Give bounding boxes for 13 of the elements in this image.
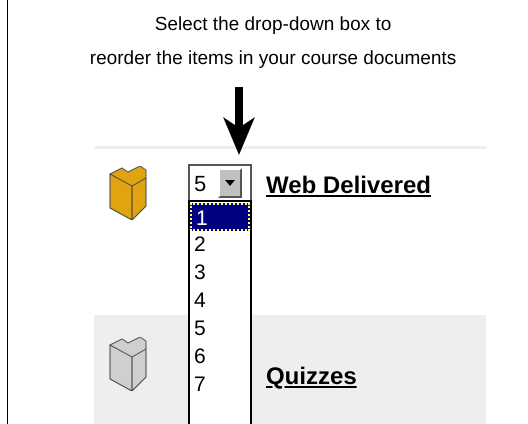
order-select[interactable]: 5 (188, 164, 252, 202)
folder-link[interactable]: Quizzes (266, 359, 357, 395)
dropdown-option[interactable]: 4 (190, 287, 250, 315)
dropdown-option[interactable]: 7 (190, 371, 250, 399)
dropdown-option[interactable]: 1 (190, 203, 250, 231)
dropdown-option[interactable]: 3 (190, 259, 250, 287)
folder-link[interactable]: Web Delivered (266, 168, 431, 204)
dropdown-option[interactable]: 2 (190, 231, 250, 259)
caption-text: Select the drop-down box to (154, 13, 392, 37)
dropdown-option[interactable]: 6 (190, 343, 250, 371)
dropdown-option[interactable]: 5 (190, 315, 250, 343)
caret-icon (218, 168, 242, 198)
caption-text: reorder the items in your course documents (90, 47, 456, 71)
